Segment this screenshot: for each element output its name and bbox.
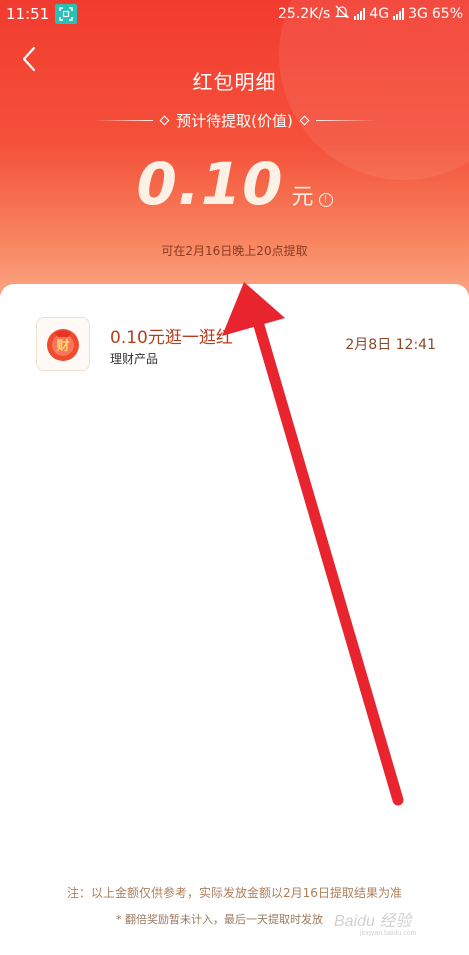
page-title: 红包明细 bbox=[192, 70, 277, 94]
decorative-line bbox=[93, 120, 154, 121]
item-title: 0.10元逛一逛红 bbox=[110, 328, 233, 348]
footer-note: 注：以上金额仅供参考，实际发放金额以2月16日提取结果为准 bbox=[67, 886, 402, 900]
watermark-logo: Baidu 经验 jingyan.baidu.com bbox=[334, 912, 417, 936]
mute-bell-icon bbox=[334, 4, 350, 24]
diamond-icon bbox=[299, 115, 310, 126]
amount-unit: 元 bbox=[291, 185, 314, 210]
battery-level: 65% bbox=[431, 6, 463, 22]
footer-sub-note: * 翻倍奖励暂未计入，最后一天提取时发放 bbox=[116, 913, 323, 926]
records-card: 财 0.10元逛一逛红 理财产品 2月8日 12:41 bbox=[0, 284, 469, 955]
decorative-line bbox=[315, 120, 376, 121]
signal-3g: 3G bbox=[408, 6, 428, 22]
info-icon[interactable]: ! bbox=[318, 193, 333, 207]
network-speed: 25.2K/s bbox=[277, 6, 331, 22]
svg-text:jingyan.baidu.com: jingyan.baidu.com bbox=[359, 930, 417, 936]
subtitle: 预计待提取(价值) bbox=[176, 112, 293, 130]
status-bar: 11:51 25.2K/s 4G 3G 65% bbox=[0, 0, 469, 28]
header-banner: 11:51 25.2K/s 4G 3G 65% 红包明细 预计待提取(价值) 0… bbox=[0, 0, 469, 320]
status-time: 11:51 bbox=[6, 5, 50, 23]
signal-icon bbox=[354, 8, 366, 20]
scan-icon bbox=[55, 4, 78, 24]
svg-text:Baidu 经验: Baidu 经验 bbox=[334, 912, 413, 930]
signal-4g: 4G bbox=[369, 6, 390, 22]
svg-text:财: 财 bbox=[56, 338, 69, 353]
item-date: 2月8日 12:41 bbox=[345, 337, 436, 353]
withdraw-note: 可在2月16日晚上20点提取 bbox=[161, 244, 308, 258]
amount-row: 0.10 元 ! bbox=[0, 150, 469, 218]
amount-value: 0.10 bbox=[136, 150, 284, 218]
diamond-icon bbox=[159, 115, 170, 126]
subtitle-row: 预计待提取(价值) bbox=[0, 110, 469, 131]
signal-icon-2 bbox=[393, 8, 405, 20]
wealth-icon: 财 bbox=[36, 317, 90, 371]
list-item[interactable]: 财 0.10元逛一逛红 理财产品 2月8日 12:41 bbox=[36, 317, 446, 373]
item-category: 理财产品 bbox=[110, 352, 159, 366]
